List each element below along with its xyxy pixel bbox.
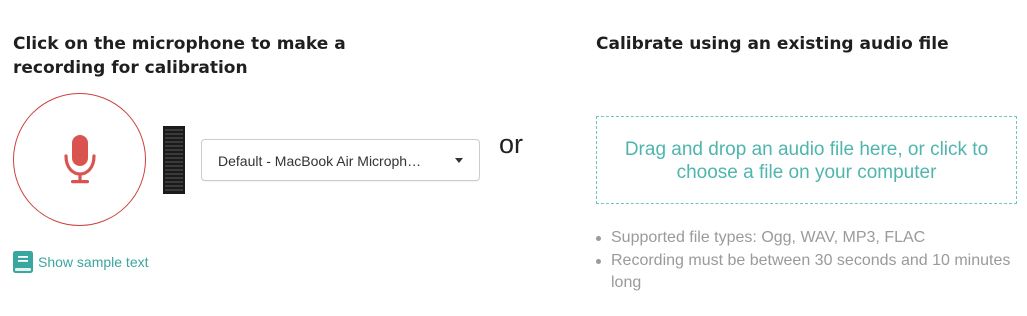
microphone-icon bbox=[63, 134, 96, 183]
input-device-select[interactable]: Default - MacBook Air Microph… bbox=[201, 139, 480, 181]
level-meter-segment bbox=[165, 181, 183, 183]
list-item: Supported file types: Ogg, WAV, MP3, FLA… bbox=[596, 227, 1017, 250]
level-meter-segment bbox=[165, 189, 183, 191]
level-meter-segment bbox=[165, 169, 183, 171]
record-heading: Click on the microphone to make a record… bbox=[13, 34, 346, 78]
recording-length-note: Recording must be between 30 seconds and… bbox=[611, 251, 1011, 292]
drop-zone-text: Drag and drop an audio file here, or cli… bbox=[624, 139, 989, 183]
supported-file-types-note: Supported file types: Ogg, WAV, MP3, FLA… bbox=[611, 229, 926, 246]
level-meter-segment bbox=[165, 161, 183, 163]
level-meter-segment bbox=[165, 157, 183, 159]
level-meter-segment bbox=[165, 137, 183, 139]
calibration-page: Click on the microphone to make a record… bbox=[0, 0, 1027, 316]
input-level-meter bbox=[163, 126, 185, 194]
upload-heading: Calibrate using an existing audio file bbox=[596, 34, 949, 54]
input-device-selected-value: Default - MacBook Air Microph… bbox=[218, 153, 422, 169]
caret-down-icon bbox=[455, 158, 463, 163]
level-meter-segment bbox=[165, 173, 183, 175]
level-meter-segment bbox=[165, 185, 183, 187]
level-meter-segment bbox=[165, 177, 183, 179]
upload-requirements-list: Supported file types: Ogg, WAV, MP3, FLA… bbox=[596, 227, 1017, 295]
record-microphone-button[interactable] bbox=[13, 93, 146, 226]
level-meter-segment bbox=[165, 153, 183, 155]
level-meter-segment bbox=[165, 141, 183, 143]
or-divider: or bbox=[499, 129, 524, 159]
level-meter-segment bbox=[165, 129, 183, 131]
book-icon bbox=[13, 251, 33, 273]
show-sample-text-label: Show sample text bbox=[38, 254, 149, 270]
audio-file-drop-zone[interactable]: Drag and drop an audio file here, or cli… bbox=[596, 116, 1017, 204]
level-meter-segment bbox=[165, 165, 183, 167]
bullet-icon bbox=[596, 236, 601, 241]
bullet-icon bbox=[596, 258, 601, 264]
level-meter-segment bbox=[165, 145, 183, 147]
level-meter-segment bbox=[165, 133, 183, 135]
list-item: Recording must be between 30 seconds and… bbox=[596, 250, 1017, 295]
level-meter-segment bbox=[165, 149, 183, 151]
